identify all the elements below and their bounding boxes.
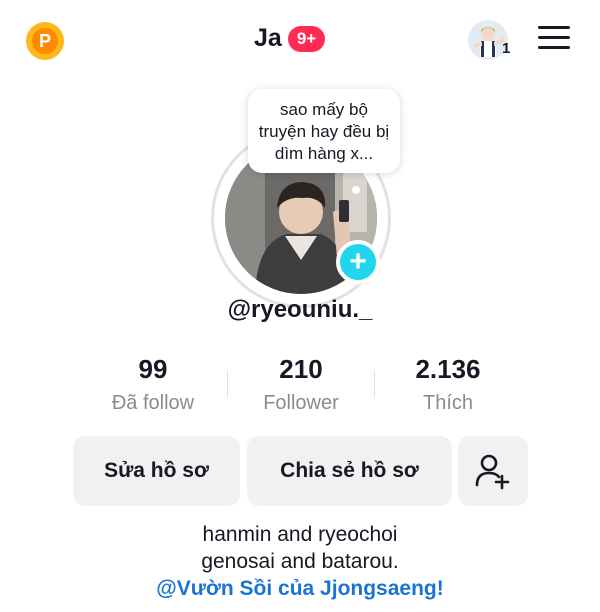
add-friend-icon bbox=[475, 454, 510, 490]
stat-following-label: Đã follow bbox=[111, 392, 195, 414]
stat-likes[interactable]: 2.136 Thích bbox=[378, 354, 518, 416]
add-story-plus-icon[interactable]: + bbox=[336, 240, 380, 284]
edit-profile-button[interactable]: Sửa hồ sơ bbox=[73, 436, 240, 506]
stat-following-value: 99 bbox=[138, 354, 168, 384]
coin-letter: P bbox=[32, 28, 58, 54]
stat-followers-label: Follower bbox=[263, 392, 339, 414]
stat-divider bbox=[227, 370, 228, 398]
page-title: Ja bbox=[254, 24, 282, 52]
coin-icon[interactable]: P bbox=[26, 22, 64, 60]
username: @ryeouniu._ bbox=[227, 296, 373, 323]
stat-divider bbox=[374, 370, 375, 398]
stat-following[interactable]: 99 Đã follow bbox=[83, 354, 223, 416]
bio-line-1: hanmin and ryeochoi bbox=[202, 523, 398, 546]
notification-badge: 9+ bbox=[287, 25, 326, 52]
stat-likes-label: Thích bbox=[422, 392, 474, 414]
bio-line-2: genosai and batarou. bbox=[201, 550, 399, 573]
bubble-tail-dot bbox=[352, 186, 360, 194]
note-bubble[interactable]: sao mấy bộ truyện hay đều bị dìm hàng x.… bbox=[248, 89, 400, 173]
share-profile-button[interactable]: Chia sẻ hồ sơ bbox=[247, 436, 452, 506]
stat-followers-value: 210 bbox=[279, 354, 323, 384]
bio-link[interactable]: @Vườn Sồi của Jjongsaeng! bbox=[0, 576, 600, 602]
stat-likes-value: 2.136 bbox=[415, 354, 481, 384]
account-switcher[interactable]: Ja 9+ bbox=[254, 24, 326, 53]
hamburger-menu-icon[interactable] bbox=[538, 26, 570, 54]
story-count: 1 bbox=[502, 40, 511, 57]
add-friend-button[interactable] bbox=[458, 436, 528, 506]
stat-followers[interactable]: 210 Follower bbox=[231, 354, 371, 416]
